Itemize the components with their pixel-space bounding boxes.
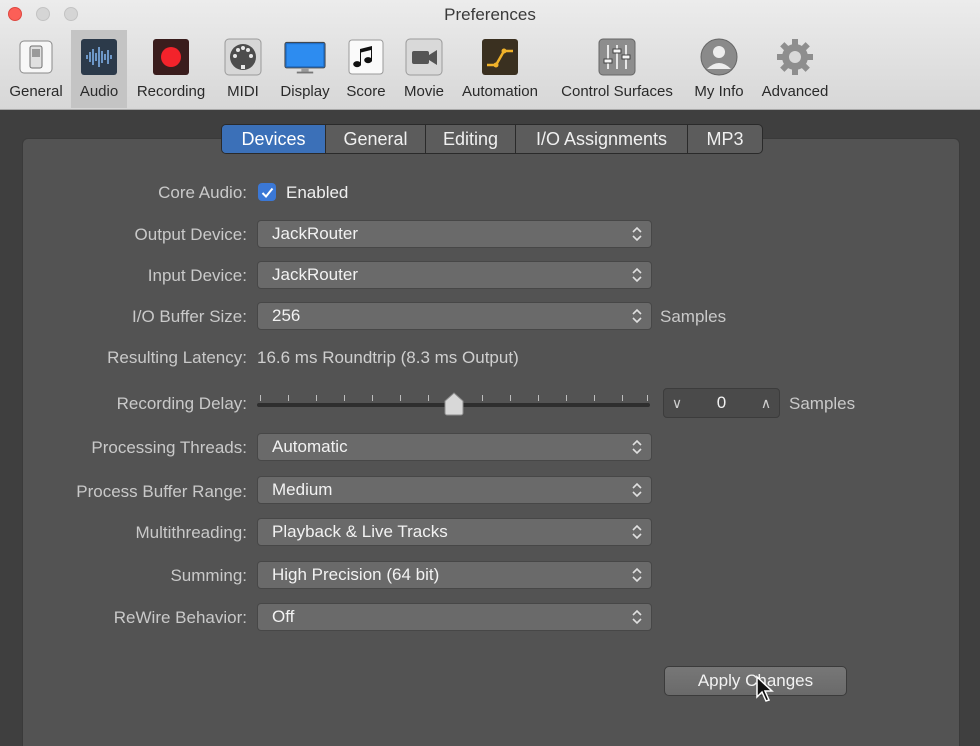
recording-delay-label: Recording Delay: [116,394,247,413]
chevron-down-icon[interactable]: ∨ [664,389,690,417]
multithreading-label: Multithreading: [135,523,247,542]
mouse-pointer-icon [756,675,774,702]
toolbar-my-info[interactable]: My Info [688,30,750,108]
toolbar-score[interactable]: Score [342,30,390,108]
chevron-up-down-icon [632,308,642,324]
slider-tick [647,395,648,401]
movie-camera-icon [403,36,445,78]
input-device-label: Input Device: [147,266,247,285]
input-device-value: JackRouter [272,265,358,284]
chevron-up-icon[interactable]: ∧ [753,389,779,417]
chevron-up-down-icon [632,226,642,242]
recording-delay-value[interactable]: 0 [690,389,753,417]
slider-tick [622,395,623,401]
recording-delay-slider-knob[interactable] [443,392,465,416]
slider-tick [372,395,373,401]
chevron-up-down-icon [632,439,642,455]
slider-tick [538,395,539,401]
chevron-up-down-icon [632,482,642,498]
slider-tick [316,395,317,401]
toolbar-display[interactable]: Display [276,30,334,108]
slider-tick [482,395,483,401]
tab-mp3[interactable]: MP3 [688,125,762,153]
input-device-select[interactable]: JackRouter [257,261,652,289]
slider-tick [400,395,401,401]
chevron-up-down-icon [632,524,642,540]
midi-connector-icon [222,36,264,78]
display-monitor-icon [284,36,326,78]
toolbar-general[interactable]: General [4,30,68,108]
rewire-behavior-select[interactable]: Off [257,603,652,631]
summing-label: Summing: [170,566,247,585]
core-audio-checkbox[interactable] [258,183,276,201]
core-audio-label: Core Audio: [158,183,247,202]
processing-threads-label: Processing Threads: [91,438,247,457]
summing-value: High Precision (64 bit) [272,565,440,584]
tab-editing[interactable]: Editing [426,125,516,153]
recording-delay-stepper: ∨ 0 ∧ [663,388,780,418]
slider-tick [510,395,511,401]
toolbar-audio[interactable]: Audio [71,30,127,108]
title-bar: Preferences General Audio Recording MIDI… [0,0,980,110]
toolbar-control-surfaces[interactable]: Control Surfaces [552,30,682,108]
audio-tabs: Devices General Editing I/O Assignments … [221,124,763,154]
resulting-latency-value: 16.6 ms Roundtrip (8.3 ms Output) [257,348,519,367]
toolbar-midi[interactable]: MIDI [220,30,266,108]
output-device-select[interactable]: JackRouter [257,220,652,248]
core-audio-enabled-label[interactable]: Enabled [286,183,348,203]
window-title: Preferences [444,5,536,24]
preferences-toolbar: General Audio Recording MIDI Display Sco… [0,30,980,108]
io-buffer-size-select[interactable]: 256 [257,302,652,330]
io-buffer-size-value: 256 [272,306,301,325]
output-device-value: JackRouter [272,224,358,243]
output-device-label: Output Device: [134,225,247,244]
tab-general[interactable]: General [326,125,426,153]
summing-select[interactable]: High Precision (64 bit) [257,561,652,589]
slider-tick [260,395,261,401]
toolbar-movie[interactable]: Movie [398,30,450,108]
slider-tick [594,395,595,401]
toolbar-automation[interactable]: Automation [456,30,544,108]
control-surfaces-faders-icon [596,36,638,78]
tab-devices[interactable]: Devices [222,125,326,153]
processing-threads-value: Automatic [272,437,348,456]
chevron-up-down-icon [632,567,642,583]
tab-io-assignments[interactable]: I/O Assignments [516,125,688,153]
processing-threads-select[interactable]: Automatic [257,433,652,461]
chevron-up-down-icon [632,267,642,283]
rewire-behavior-value: Off [272,607,295,626]
slider-tick [288,395,289,401]
io-buffer-size-label: I/O Buffer Size: [132,307,247,326]
io-buffer-size-unit: Samples [660,307,727,326]
general-switch-icon [15,36,57,78]
slider-tick [344,395,345,401]
process-buffer-range-value: Medium [272,480,333,499]
multithreading-value: Playback & Live Tracks [272,522,448,541]
resulting-latency-label: Resulting Latency: [107,348,247,367]
gear-icon [774,36,816,78]
chevron-up-down-icon [632,609,642,625]
record-icon [150,36,192,78]
audio-waveform-icon [78,36,120,78]
score-note-icon [345,36,387,78]
automation-curve-icon [479,36,521,78]
user-avatar-icon [698,36,740,78]
slider-tick [566,395,567,401]
recording-delay-unit: Samples [789,394,856,413]
process-buffer-range-select[interactable]: Medium [257,476,652,504]
process-buffer-range-label: Process Buffer Range: [76,482,247,501]
checkmark-icon [261,187,273,198]
toolbar-advanced[interactable]: Advanced [756,30,834,108]
toolbar-recording[interactable]: Recording [132,30,210,108]
slider-tick [428,395,429,401]
rewire-behavior-label: ReWire Behavior: [113,608,247,627]
multithreading-select[interactable]: Playback & Live Tracks [257,518,652,546]
